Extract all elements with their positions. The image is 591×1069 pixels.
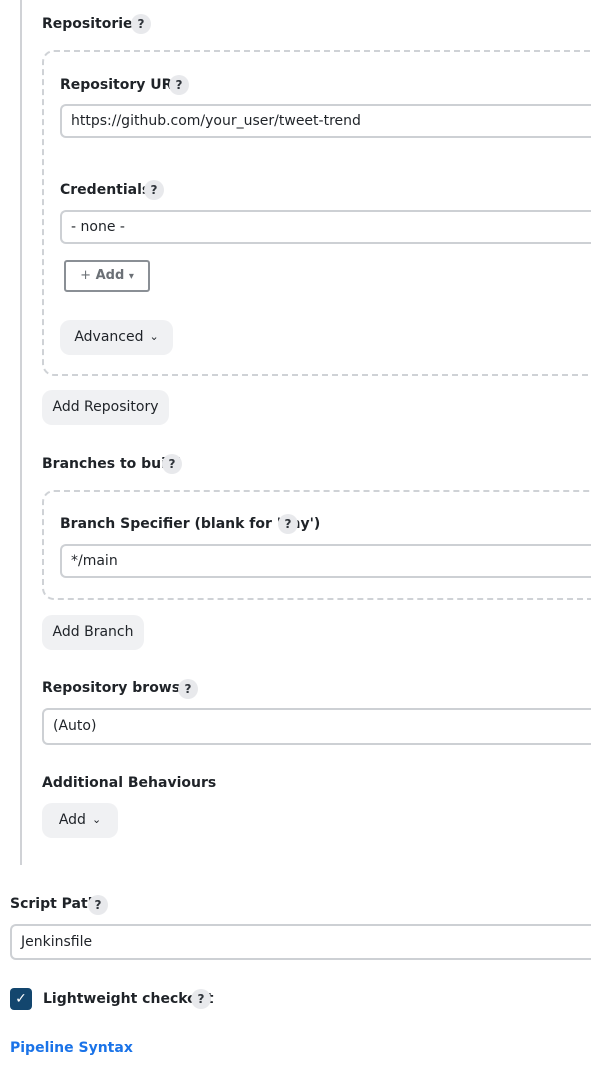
script-path-label: Script Path (10, 896, 98, 912)
lightweight-checkout-label: Lightweight checkout (43, 991, 214, 1007)
repository-url-help-icon[interactable]: ? (169, 75, 189, 95)
repository-browser-select[interactable]: (Auto) (42, 708, 591, 745)
plus-icon: + (80, 268, 92, 283)
additional-behaviours-label: Additional Behaviours (42, 775, 217, 791)
credentials-select[interactable]: - none - (60, 210, 591, 244)
additional-behaviours-add-button[interactable]: Add ⌄ (42, 803, 118, 838)
add-branch-button[interactable]: Add Branch (42, 615, 144, 650)
credentials-help-icon[interactable]: ? (144, 180, 164, 200)
branch-specifier-help-icon[interactable]: ? (278, 514, 298, 534)
repository-browser-help-icon[interactable]: ? (178, 679, 198, 699)
checkmark-icon: ✓ (15, 991, 27, 1007)
repositories-help-icon[interactable]: ? (131, 14, 151, 34)
script-path-input[interactable]: Jenkinsfile (10, 924, 591, 960)
repository-browser-label: Repository browser (42, 680, 197, 696)
credentials-add-button[interactable]: + Add ▾ (64, 260, 150, 292)
section-indent-line (20, 0, 22, 865)
lightweight-checkout-help-icon[interactable]: ? (191, 989, 211, 1009)
add-repository-button[interactable]: Add Repository (42, 390, 169, 425)
chevron-down-icon: ⌄ (91, 813, 102, 826)
advanced-label: Advanced (74, 329, 144, 345)
advanced-button[interactable]: Advanced ⌄ (60, 320, 173, 355)
chevron-down-icon: ⌄ (149, 330, 159, 343)
branches-to-build-label: Branches to build (42, 456, 181, 472)
caret-down-icon: ▾ (128, 271, 134, 282)
branch-specifier-input[interactable]: */main (60, 544, 591, 578)
branches-help-icon[interactable]: ? (162, 454, 182, 474)
repositories-label: Repositories (42, 16, 141, 32)
repository-url-label: Repository URL (60, 77, 182, 93)
credentials-label: Credentials (60, 182, 151, 198)
repository-url-input[interactable]: https://github.com/your_user/tweet-trend (60, 104, 591, 138)
lightweight-checkout-checkbox[interactable]: ✓ (10, 988, 32, 1010)
credentials-add-label: Add (95, 268, 125, 283)
additional-behaviours-add-label: Add (58, 812, 86, 828)
pipeline-syntax-link[interactable]: Pipeline Syntax (10, 1040, 133, 1056)
script-path-help-icon[interactable]: ? (88, 895, 108, 915)
